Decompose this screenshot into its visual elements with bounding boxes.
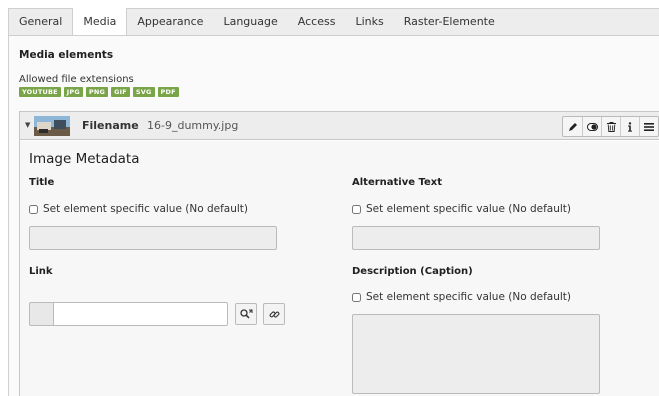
tab-language[interactable]: Language xyxy=(213,9,287,36)
caption-checkbox-input[interactable] xyxy=(352,292,361,302)
link-label: Link xyxy=(29,266,53,277)
tab-raster-elemente[interactable]: Raster-Elemente xyxy=(394,9,505,36)
extension-badge: GIF xyxy=(111,87,130,97)
filename-value: 16-9_dummy.jpg xyxy=(147,119,239,132)
tab-bar: General Media Appearance Language Access… xyxy=(8,8,659,36)
image-thumbnail xyxy=(34,116,70,136)
link-remove-button[interactable] xyxy=(263,303,285,325)
chain-link-icon xyxy=(269,311,279,317)
record-controls xyxy=(562,116,659,137)
title-override-checkbox[interactable]: Set element specific value (No default) xyxy=(29,203,248,215)
extension-badges: YOUTUBE JPG PNG GIF SVG PDF xyxy=(19,87,179,97)
alt-checkbox-input[interactable] xyxy=(352,204,361,214)
collapse-caret-icon[interactable]: ▼ xyxy=(25,121,30,129)
image-metadata-title: Image Metadata xyxy=(29,151,140,167)
description-caption-label: Description (Caption) xyxy=(352,266,473,277)
extension-badge: PDF xyxy=(157,87,179,97)
caption-checkbox-label: Set element specific value (No default) xyxy=(366,291,571,303)
record-body: Image Metadata Title Set element specifi… xyxy=(20,141,659,396)
filename-label: Filename xyxy=(82,119,139,132)
info-icon[interactable] xyxy=(620,117,639,136)
caption-override-checkbox[interactable]: Set element specific value (No default) xyxy=(352,291,571,303)
title-checkbox-input[interactable] xyxy=(29,204,38,214)
edit-icon[interactable] xyxy=(563,117,582,136)
link-browser-button[interactable] xyxy=(235,303,257,325)
alt-checkbox-label: Set element specific value (No default) xyxy=(366,203,571,215)
extension-badge: SVG xyxy=(132,87,155,97)
tab-appearance[interactable]: Appearance xyxy=(127,9,213,36)
extension-badge: JPG xyxy=(63,87,83,97)
tab-access[interactable]: Access xyxy=(288,9,346,36)
tab-media[interactable]: Media xyxy=(72,8,128,36)
title-field[interactable] xyxy=(29,226,277,250)
link-prefix xyxy=(29,302,53,326)
alternative-text-field[interactable] xyxy=(352,226,600,250)
allowed-extensions-label: Allowed file extensions xyxy=(19,74,134,85)
link-field-group xyxy=(29,302,285,326)
alt-override-checkbox[interactable]: Set element specific value (No default) xyxy=(352,203,571,215)
delete-icon[interactable] xyxy=(601,117,620,136)
drag-handle-icon[interactable] xyxy=(639,117,658,136)
section-title: Media elements xyxy=(19,49,114,61)
description-caption-textarea[interactable] xyxy=(352,314,600,394)
extension-badge: YOUTUBE xyxy=(19,87,61,97)
media-record: ▼ Filename 16-9_dummy.jpg Image Metadata… xyxy=(19,111,659,396)
link-browser-icon xyxy=(239,308,252,319)
alternative-text-label: Alternative Text xyxy=(352,177,443,188)
title-label: Title xyxy=(29,177,55,188)
title-checkbox-label: Set element specific value (No default) xyxy=(43,203,248,215)
media-panel: Media elements Allowed file extensions Y… xyxy=(8,35,659,396)
tab-links[interactable]: Links xyxy=(345,9,393,36)
link-input[interactable] xyxy=(53,302,228,326)
toggle-visibility-icon[interactable] xyxy=(582,117,601,136)
extension-badge: PNG xyxy=(85,87,109,97)
tab-general[interactable]: General xyxy=(9,9,72,36)
record-header[interactable]: ▼ Filename 16-9_dummy.jpg xyxy=(20,112,659,140)
